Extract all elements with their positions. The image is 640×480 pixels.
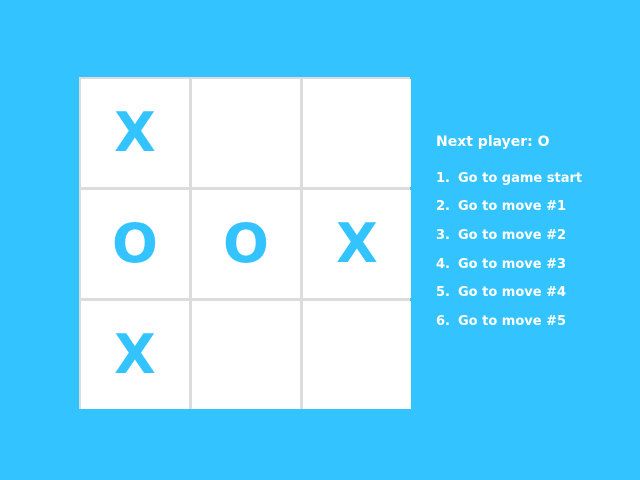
move-number: 4. xyxy=(436,256,450,272)
go-to-game-start-link[interactable]: Go to game start xyxy=(458,171,582,186)
game-info: Next player: O 1. Go to game start 2. Go… xyxy=(436,132,636,336)
game: X O O X X Next player: O 1. Go to game s… xyxy=(0,0,640,480)
move-number: 5. xyxy=(436,285,450,301)
move-number: 2. xyxy=(436,199,450,215)
go-to-move-3-link[interactable]: Go to move #3 xyxy=(458,257,566,272)
move-history-item: 4. Go to move #3 xyxy=(436,250,636,279)
game-board: X O O X X xyxy=(79,77,411,409)
board-square-9[interactable] xyxy=(303,301,411,409)
move-number: 3. xyxy=(436,227,450,243)
move-history-item: 3. Go to move #2 xyxy=(436,221,636,250)
go-to-move-1-link[interactable]: Go to move #1 xyxy=(458,199,566,214)
board-square-2[interactable] xyxy=(192,79,300,187)
move-number: 1. xyxy=(436,170,450,186)
go-to-move-4-link[interactable]: Go to move #4 xyxy=(458,285,566,300)
move-history-item: 2. Go to move #1 xyxy=(436,193,636,222)
board-square-4[interactable]: O xyxy=(81,190,189,298)
move-history-item: 5. Go to move #4 xyxy=(436,278,636,307)
move-history-list: 1. Go to game start 2. Go to move #1 3. … xyxy=(436,164,636,336)
board-square-3[interactable] xyxy=(303,79,411,187)
move-number: 6. xyxy=(436,313,450,329)
board-square-1[interactable]: X xyxy=(81,79,189,187)
move-history-item: 1. Go to game start xyxy=(436,164,636,193)
board-square-7[interactable]: X xyxy=(81,301,189,409)
go-to-move-5-link[interactable]: Go to move #5 xyxy=(458,314,566,329)
board-square-5[interactable]: O xyxy=(192,190,300,298)
move-history-item: 6. Go to move #5 xyxy=(436,307,636,336)
next-player-status: Next player: O xyxy=(436,134,550,150)
board-square-6[interactable]: X xyxy=(303,190,411,298)
board-square-8[interactable] xyxy=(192,301,300,409)
go-to-move-2-link[interactable]: Go to move #2 xyxy=(458,228,566,243)
